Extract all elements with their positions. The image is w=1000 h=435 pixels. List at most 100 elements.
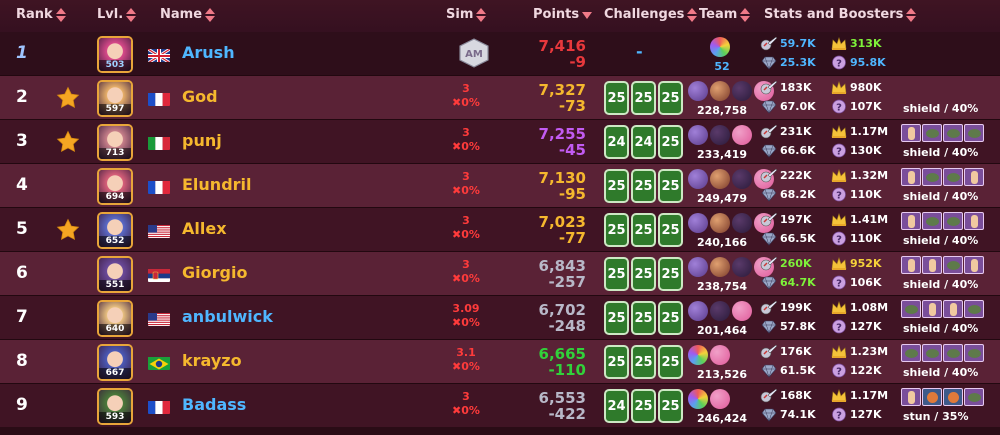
stats-cell: 176K 1.23M 61.5K? 122K: [760, 344, 900, 382]
player-name[interactable]: Arush: [182, 43, 235, 62]
booster-card[interactable]: [901, 168, 921, 186]
avatar[interactable]: 667: [97, 344, 133, 381]
booster-card[interactable]: [964, 300, 984, 318]
booster-card[interactable]: [943, 344, 963, 362]
team-cell[interactable]: 240,166: [686, 211, 774, 251]
harmony-value: 127K: [850, 320, 882, 333]
svg-text:?: ?: [836, 103, 842, 114]
table-row[interactable]: 2 597 God 3 ✖0% 7,327 -73 25 25 25 228,758 183K 980K…: [0, 76, 1000, 120]
points-cell: 6,665 -110: [520, 346, 586, 378]
svg-text:?: ?: [836, 367, 842, 378]
name-column-header[interactable]: Name: [160, 7, 216, 22]
rank-column-header[interactable]: Rank: [16, 7, 66, 22]
defense-stat: 66.5K: [760, 231, 816, 246]
booster-card[interactable]: [943, 124, 963, 142]
team-cell[interactable]: 246,424: [686, 387, 758, 427]
points-value: 7,130: [538, 169, 586, 187]
booster-card[interactable]: [901, 300, 921, 318]
points-cell: 6,843 -257: [520, 258, 586, 290]
booster-card[interactable]: [964, 344, 984, 362]
rank-number: 5: [16, 219, 28, 239]
booster-card[interactable]: [922, 256, 942, 274]
challenge-score-box: 25: [658, 213, 683, 247]
booster-card[interactable]: [943, 256, 963, 274]
stats-cell: 59.7K 313K 25.3K? 95.8K: [760, 36, 900, 74]
booster-card[interactable]: [922, 300, 942, 318]
player-name[interactable]: krayzo: [182, 351, 242, 370]
table-row[interactable]: 4 694 Elundril 3 ✖0% 7,130 -95 25 25 25 249,479 222…: [0, 164, 1000, 208]
team-element-orb: [688, 301, 708, 321]
stats-column-header[interactable]: Stats and Boosters: [764, 7, 917, 22]
team-cell[interactable]: 52: [686, 35, 758, 75]
player-name[interactable]: Allex: [182, 219, 227, 238]
team-cell[interactable]: 213,526: [686, 343, 758, 383]
level-badge: 597: [99, 104, 131, 115]
booster-card[interactable]: [943, 300, 963, 318]
defense-stat: 57.8K: [760, 319, 816, 334]
booster-card[interactable]: [964, 212, 984, 230]
sort-descending-icon: [582, 8, 593, 22]
attack-value: 183K: [780, 81, 812, 94]
table-row[interactable]: 8 667 krayzo 3.1 ✖0% 6,665 -110 25 25 25 213,526 17…: [0, 340, 1000, 384]
level-column-header[interactable]: Lvl.: [97, 7, 137, 22]
team-cell[interactable]: 233,419: [686, 123, 758, 163]
booster-card[interactable]: [943, 212, 963, 230]
avatar[interactable]: 551: [97, 256, 133, 293]
booster-card[interactable]: [964, 124, 984, 142]
booster-card[interactable]: [922, 344, 942, 362]
booster-card[interactable]: [964, 388, 984, 406]
avatar[interactable]: 597: [97, 80, 133, 117]
avatar[interactable]: 503: [97, 36, 133, 73]
team-power: 249,479: [696, 192, 748, 205]
table-row[interactable]: 5 652 Allex 3 ✖0% 7,023 -77 25 25 25 240,166 197K 1.…: [0, 208, 1000, 252]
booster-card[interactable]: [901, 344, 921, 362]
table-row[interactable]: 6 551 Giorgio 3 ✖0% 6,843 -257 25 25 25 238,754 260…: [0, 252, 1000, 296]
team-cell[interactable]: 228,758: [686, 79, 774, 119]
table-row[interactable]: 1 503 Arush AM 7,416 -9 - 52 59.7K 313K 25.3K? 95.8…: [0, 32, 1000, 76]
challenges-column-header[interactable]: Challenges: [604, 7, 698, 22]
avatar[interactable]: 593: [97, 388, 133, 425]
points-column-header[interactable]: Points: [533, 7, 593, 22]
sim-probability-value: 0%: [461, 228, 480, 241]
booster-card[interactable]: [943, 168, 963, 186]
booster-card[interactable]: [901, 212, 921, 230]
booster-card[interactable]: [964, 168, 984, 186]
diamond-icon: [760, 275, 778, 290]
avatar[interactable]: 640: [97, 300, 133, 337]
booster-card[interactable]: [964, 256, 984, 274]
team-cell[interactable]: 201,464: [686, 299, 758, 339]
harmony-stat: ? 107K: [830, 99, 882, 114]
booster-card[interactable]: [901, 124, 921, 142]
table-row[interactable]: 9 593 Badass 3 ✖0% 6,553 -422 24 25 25 246,424 168K…: [0, 384, 1000, 428]
sort-icon: [906, 7, 917, 22]
booster-card[interactable]: [922, 168, 942, 186]
attack-stat: 59.7K: [760, 36, 816, 51]
player-name[interactable]: God: [182, 87, 218, 106]
team-cell[interactable]: 249,479: [686, 167, 774, 207]
avatar[interactable]: 652: [97, 212, 133, 249]
avatar[interactable]: 694: [97, 168, 133, 205]
booster-card[interactable]: [922, 388, 942, 406]
booster-card[interactable]: [901, 256, 921, 274]
player-name[interactable]: Badass: [182, 395, 246, 414]
sort-icon: [126, 7, 137, 22]
attack-icon: [760, 212, 778, 227]
team-cell[interactable]: 238,754: [686, 255, 774, 295]
points-diff: -73: [558, 97, 586, 115]
question-icon: ?: [830, 275, 848, 290]
team-column-header[interactable]: Team: [699, 7, 751, 22]
player-name[interactable]: Elundril: [182, 175, 252, 194]
booster-card[interactable]: [943, 388, 963, 406]
table-row[interactable]: 7 640 anbulwick 3.09 ✖0% 6,702 -248 25 25 25 201,4…: [0, 296, 1000, 340]
player-name[interactable]: anbulwick: [182, 307, 273, 326]
booster-card[interactable]: [922, 212, 942, 230]
avatar[interactable]: 713: [97, 124, 133, 161]
player-name[interactable]: punj: [182, 131, 222, 150]
booster-card[interactable]: [901, 388, 921, 406]
sim-column-header[interactable]: Sim: [446, 7, 487, 22]
sim-header-label: Sim: [446, 7, 474, 22]
player-name[interactable]: Giorgio: [182, 263, 247, 282]
team-element-orb: [688, 125, 708, 145]
table-row[interactable]: 3 713 punj 3 ✖0% 7,255 -45 24 24 25 233,419 231K 1.1…: [0, 120, 1000, 164]
booster-card[interactable]: [922, 124, 942, 142]
